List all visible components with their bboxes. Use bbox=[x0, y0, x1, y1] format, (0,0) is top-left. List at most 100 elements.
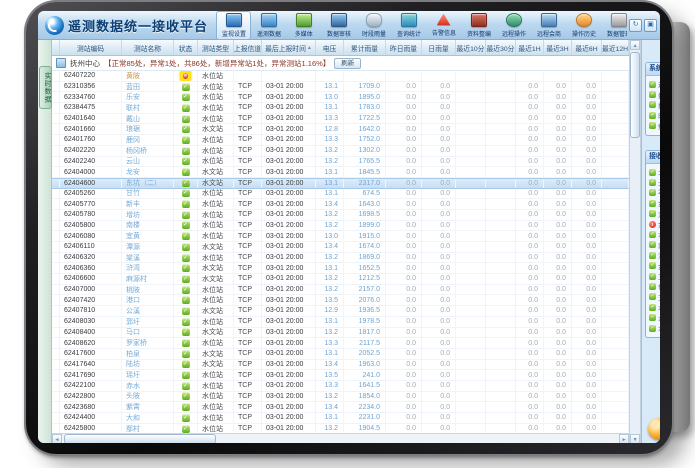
column-header-1[interactable]: 测站编码 bbox=[60, 40, 122, 55]
horizontal-scrollbar[interactable]: ◄ ► bbox=[52, 433, 629, 443]
station-row[interactable]: 62401660琅琚✓水文站TCP03-01 20:0012.81642.00.… bbox=[52, 124, 629, 135]
service-item[interactable]: ✓邮件 bbox=[646, 110, 660, 120]
service-item[interactable]: ✓南京 bbox=[646, 240, 660, 250]
station-row[interactable]: 62401640戴山✓水位站TCP03-01 20:0013.31722.50.… bbox=[52, 114, 629, 125]
service-item[interactable]: ✓北京 bbox=[646, 167, 660, 177]
station-row[interactable]: 62402220杨冈桥✓水位站TCP03-01 20:0013.21302.00… bbox=[52, 146, 629, 157]
station-row[interactable]: 62405800南楼✓水位站TCP03-01 20:0013.21899.00.… bbox=[52, 221, 629, 232]
station-row[interactable]: 62408620罗家桥✓水位站TCP03-01 20:0013.32117.50… bbox=[52, 338, 629, 349]
vertical-scroll-thumb[interactable] bbox=[630, 52, 640, 138]
toolbar-item-period-rainfall[interactable]: 时段雨量 bbox=[356, 11, 391, 40]
toolbar-item-operation-history[interactable]: 操作历史 bbox=[566, 11, 601, 40]
station-row[interactable]: 62406360浒湾✓水文站TCP03-01 20:0013.11652.50.… bbox=[52, 263, 629, 274]
station-row[interactable]: 62407220黄陂✕水位站 bbox=[52, 71, 629, 82]
scroll-up-icon[interactable]: ▲ bbox=[630, 40, 640, 50]
toolbar-item-remote-operation[interactable]: 远程操作 bbox=[496, 11, 531, 40]
service-item[interactable]: ✓艾力 bbox=[646, 271, 660, 281]
station-row[interactable]: 62407000桃陂✓水位站TCP03-01 20:0013.22157.00.… bbox=[52, 285, 629, 296]
station-row[interactable]: 62405780增坊✓水位站TCP03-01 20:0013.21698.50.… bbox=[52, 210, 629, 221]
column-header-5[interactable]: 上报信道 bbox=[234, 40, 262, 55]
service-item[interactable]: ✓水投 bbox=[646, 323, 660, 333]
column-header-12[interactable]: 最近30分 bbox=[486, 40, 516, 55]
station-row[interactable]: 62404600东坑（二）✓水文站TCP03-01 20:0013.12317.… bbox=[52, 178, 629, 189]
service-item[interactable]: !金水 bbox=[646, 219, 660, 229]
column-header-4[interactable]: 测站类型 bbox=[198, 40, 234, 55]
station-row[interactable]: 62406600麻源村✓水文站TCP03-01 20:0013.21212.50… bbox=[52, 274, 629, 285]
column-header-7[interactable]: 电压 bbox=[316, 40, 344, 55]
toolbar-item-query-stats[interactable]: 查询统计 bbox=[391, 11, 426, 40]
service-item[interactable]: ✓远程 bbox=[646, 79, 660, 89]
service-item[interactable]: ✓金水 bbox=[646, 260, 660, 270]
tab-realtime-data[interactable]: 实时数据 bbox=[39, 66, 52, 109]
service-item[interactable]: ✓水投 bbox=[646, 312, 660, 322]
column-header-8[interactable]: 累计雨量 bbox=[344, 40, 386, 55]
column-header-2[interactable]: 测站名称 bbox=[122, 40, 174, 55]
station-row[interactable]: 62406110潭源✓水文站TCP03-01 20:0013.41674.00.… bbox=[52, 242, 629, 253]
station-row[interactable]: 62422800头陂✓水位站TCP03-01 20:0013.21854.00.… bbox=[52, 392, 629, 403]
column-header-11[interactable]: 最近10分 bbox=[456, 40, 486, 55]
column-header-6[interactable]: 最后上报时间▲ bbox=[262, 40, 316, 55]
station-row[interactable]: 62417640陆坊✓水文站TCP03-01 20:0013.41963.00.… bbox=[52, 360, 629, 371]
station-row[interactable]: 62310356蓝田✓水位站TCP03-01 20:0013.11709.00.… bbox=[52, 82, 629, 93]
station-row[interactable]: 62405260甘竹✓水位站TCP03-01 20:0013.1674.50.0… bbox=[52, 189, 629, 200]
station-row[interactable]: 62406320棠溪✓水位站TCP03-01 20:0013.21869.00.… bbox=[52, 253, 629, 264]
station-row[interactable]: 62407810公溪✓水文站TCP03-01 20:0012.91936.50.… bbox=[52, 306, 629, 317]
service-item[interactable]: ✓水资 bbox=[646, 302, 660, 312]
cell-col-12 bbox=[486, 328, 516, 338]
column-header-16[interactable]: 最近12H bbox=[602, 40, 629, 55]
column-header-14[interactable]: 最近3H bbox=[544, 40, 572, 55]
service-item[interactable]: ✓湖北 bbox=[646, 250, 660, 260]
station-row[interactable]: 62422100赤水✓水位站TCP03-01 20:0013.31641.50.… bbox=[52, 381, 629, 392]
station-row[interactable]: 62425800鄢村✓水位站TCP03-01 20:0013.21904.50.… bbox=[52, 424, 629, 433]
scroll-left-icon[interactable]: ◄ bbox=[52, 434, 62, 443]
scroll-right-icon[interactable]: ► bbox=[619, 434, 629, 443]
service-item[interactable]: ✓数据 bbox=[646, 89, 660, 99]
column-header-15[interactable]: 最近6H bbox=[572, 40, 602, 55]
column-header-9[interactable]: 昨日雨量 bbox=[386, 40, 422, 55]
toolbar-item-data-audit[interactable]: 数据审核 bbox=[321, 11, 356, 40]
station-row[interactable]: 62384475联村✓水位站TCP03-01 20:0013.11783.00.… bbox=[52, 103, 629, 114]
station-row[interactable]: 62424400大和✓水位站TCP03-01 20:0013.12231.00.… bbox=[52, 413, 629, 424]
toolbar-item-telemetry-data[interactable]: 遥测数据 bbox=[251, 11, 286, 40]
column-header-13[interactable]: 最近1H bbox=[516, 40, 544, 55]
status-ball-icon[interactable] bbox=[648, 418, 660, 440]
station-row[interactable]: 62417690瑶圩✓水位站TCP03-01 20:0013.5241.00.0… bbox=[52, 370, 629, 381]
toolbar-item-data-management[interactable]: 数据管理 bbox=[601, 11, 627, 40]
horizontal-scroll-thumb[interactable] bbox=[64, 434, 216, 443]
station-row[interactable]: 62401760鹿冈✓水位站TCP03-01 20:0013.31752.00.… bbox=[52, 135, 629, 146]
service-item[interactable]: ✓201 bbox=[646, 188, 660, 198]
station-row[interactable]: 62405770新丰✓水位站TCP03-01 20:0013.41643.00.… bbox=[52, 199, 629, 210]
cell-col-9: 0.0 bbox=[386, 413, 422, 423]
group-refresh-button[interactable]: 刷新 bbox=[334, 58, 361, 69]
station-row[interactable]: 62406080宜黄✓水位站TCP03-01 20:0013.01915.00.… bbox=[52, 231, 629, 242]
station-row[interactable]: 62334760乐安✓水位站TCP03-01 20:0013.01895.00.… bbox=[52, 92, 629, 103]
column-header-10[interactable]: 日雨量 bbox=[422, 40, 456, 55]
station-row[interactable]: 62408030郭圩✓水位站TCP03-01 20:0013.11978.50.… bbox=[52, 317, 629, 328]
column-header-marker[interactable] bbox=[52, 40, 60, 55]
toolbar-item-data-compile[interactable]: 资料整编 bbox=[461, 11, 496, 40]
toolbar-item-remote-consult[interactable]: 远程会商 bbox=[531, 11, 566, 40]
station-row[interactable]: 62423680紫霄✓水位站TCP03-01 20:0013.42234.00.… bbox=[52, 402, 629, 413]
service-item[interactable]: ✓湖北 bbox=[646, 209, 660, 219]
column-header-3[interactable]: 状态 bbox=[174, 40, 198, 55]
service-item[interactable]: ✓短信 bbox=[646, 121, 660, 131]
vertical-scrollbar[interactable]: ▲ ▼ bbox=[629, 40, 641, 443]
station-row[interactable]: 62402240云山✓水位站TCP03-01 20:0013.21765.50.… bbox=[52, 157, 629, 168]
service-item[interactable]: ✓水雨 bbox=[646, 229, 660, 239]
toolbar-item-monitor-settings[interactable]: 监视设置 bbox=[216, 11, 251, 40]
toolbar-item-multimedia[interactable]: 多媒体 bbox=[286, 11, 321, 40]
station-row[interactable]: 62404000龙安✓水文站TCP03-01 20:0013.11845.50.… bbox=[52, 167, 629, 178]
layout-button[interactable]: ▣ bbox=[644, 19, 657, 32]
refresh-button[interactable]: ↻ bbox=[629, 19, 642, 32]
scroll-down-icon[interactable]: ▼ bbox=[630, 434, 640, 443]
station-row[interactable]: 62417600柏泉✓水文站TCP03-01 20:0013.12052.50.… bbox=[52, 349, 629, 360]
station-row[interactable]: 62408400马口✓水文站TCP03-01 20:0013.21817.00.… bbox=[52, 328, 629, 339]
service-item[interactable]: ✓北京 bbox=[646, 177, 660, 187]
station-row[interactable]: 62407420港口✓水位站TCP03-01 20:0013.52076.00.… bbox=[52, 295, 629, 306]
group-expand-icon[interactable] bbox=[56, 58, 66, 68]
service-item[interactable]: ✓亿水 bbox=[646, 281, 660, 291]
service-item[interactable]: ✓数据 bbox=[646, 100, 660, 110]
toolbar-item-alarm-info[interactable]: 告警信息 bbox=[426, 12, 461, 39]
service-item[interactable]: ✓艾力 bbox=[646, 292, 660, 302]
service-item[interactable]: ✓金水 bbox=[646, 198, 660, 208]
